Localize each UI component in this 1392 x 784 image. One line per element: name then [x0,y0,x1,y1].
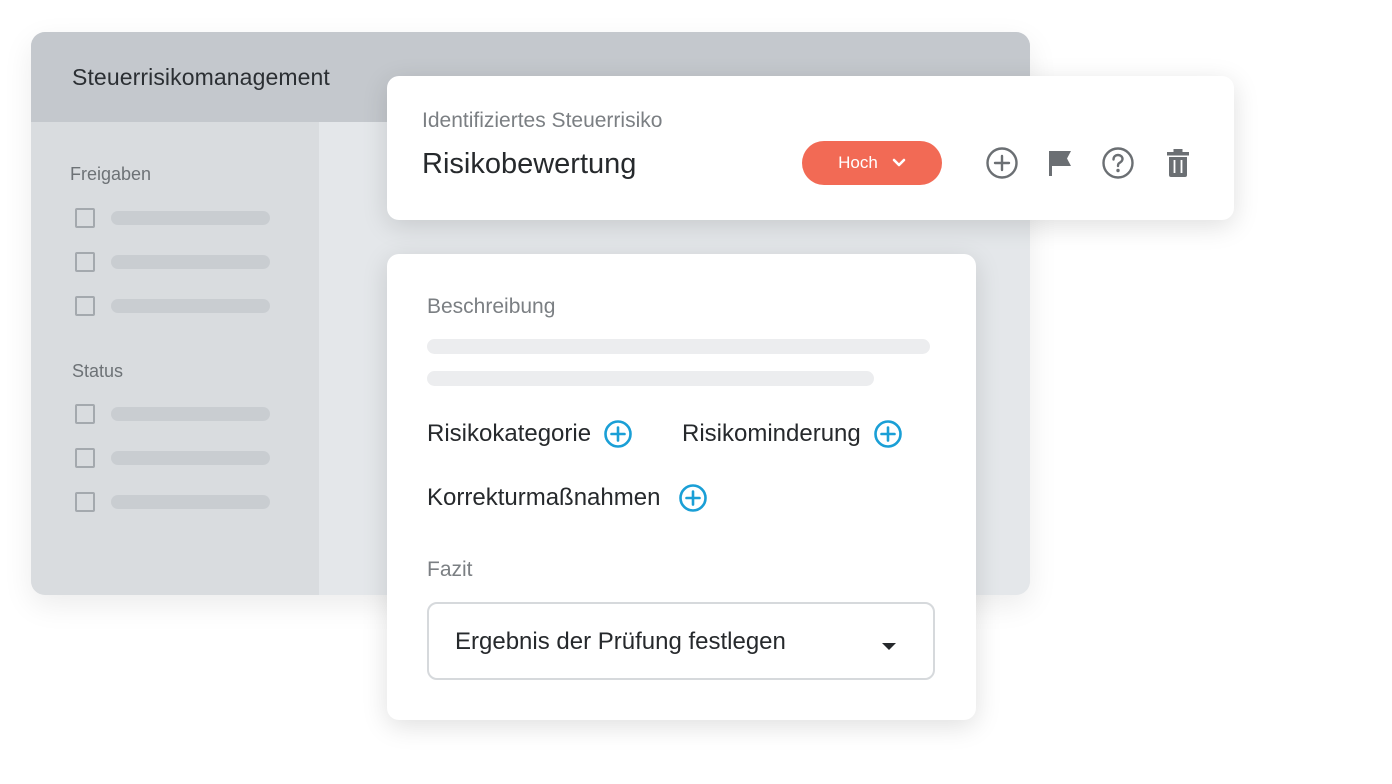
caret-down-icon [881,638,897,656]
corrective-actions-link[interactable]: Korrekturmaßnahmen [427,483,708,513]
plus-circle-icon[interactable] [861,419,903,449]
conclusion-select[interactable]: Ergebnis der Prüfung festlegen [427,602,935,680]
risk-mitigation-label: Risikominderung [682,420,861,447]
risk-subtitle: Identifiziertes Steuerrisiko [422,109,663,132]
filter-item[interactable] [75,448,275,468]
risk-mitigation-link[interactable]: Risikominderung [682,419,903,449]
sidebar: Freigaben Status [31,122,319,595]
risk-detail-card: Beschreibung Risikokategorie Risikominde… [387,254,976,720]
plus-circle-icon[interactable] [666,483,708,513]
placeholder-bar [111,255,270,269]
risk-title: Risikobewertung [422,148,637,180]
filter-title-freigaben: Freigaben [70,164,152,184]
placeholder-bar [111,451,270,465]
description-placeholder-line [427,339,930,354]
checkbox[interactable] [75,296,95,316]
flag-icon[interactable] [1044,146,1078,180]
add-icon[interactable] [985,146,1019,180]
risk-category-link[interactable]: Risikokategorie [427,419,633,449]
filter-item[interactable] [75,252,275,272]
severity-value: Hoch [838,153,878,172]
checkbox[interactable] [75,404,95,424]
checkbox[interactable] [75,252,95,272]
placeholder-bar [111,299,270,313]
filter-item[interactable] [75,404,275,424]
checkbox[interactable] [75,448,95,468]
plus-circle-icon[interactable] [591,419,633,449]
help-icon[interactable] [1101,146,1135,180]
checkbox[interactable] [75,492,95,512]
description-label: Beschreibung [427,295,556,318]
conclusion-select-value: Ergebnis der Prüfung festlegen [455,628,786,655]
chevron-down-icon [892,158,906,168]
checkbox[interactable] [75,208,95,228]
placeholder-bar [111,407,270,421]
conclusion-label: Fazit [427,558,473,581]
trash-icon[interactable] [1161,146,1195,180]
filter-item[interactable] [75,208,275,228]
risk-header-card: Identifiziertes Steuerrisiko Risikobewer… [387,76,1234,220]
filter-item[interactable] [75,492,275,512]
filter-item[interactable] [75,296,275,316]
severity-dropdown[interactable]: Hoch [802,141,942,185]
corrective-actions-label: Korrekturmaßnahmen [427,484,661,511]
filter-title-status: Status [72,361,124,381]
risk-category-label: Risikokategorie [427,420,592,447]
placeholder-bar [111,495,270,509]
description-placeholder-line [427,371,874,386]
app-title: Steuerrisikomanagement [72,64,330,90]
placeholder-bar [111,211,270,225]
